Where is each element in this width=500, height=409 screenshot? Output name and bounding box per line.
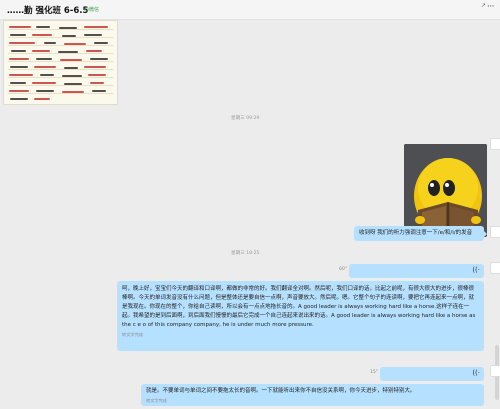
voice-bubble[interactable]: 60" ((· bbox=[339, 264, 484, 278]
voice-transcript-text: 就是。不要单词与单词之间不要拖太长的音啊。一下就能听出来你不自信没关系啊，你今天… bbox=[146, 388, 416, 394]
chat-title: ……勤 强化班 6-6.5 bbox=[7, 6, 89, 16]
scrollbar[interactable] bbox=[495, 45, 499, 405]
voice-duration: 60" bbox=[339, 267, 347, 272]
message-text: 收到呀 我们的听力强调注意一下/e/和/i/的发音 bbox=[359, 230, 473, 236]
voice-wave-icon: ((· bbox=[472, 266, 480, 274]
voice-transcript-text: 呵，晚上好，宝宝们今天的翻译和口译啊，都做的非常的好。我们翻译全对啊。然后呢，我… bbox=[122, 286, 476, 328]
voice-transcript-bubble[interactable]: 呵，晚上好，宝宝们今天的翻译和口译啊，都做的非常的好。我们翻译全对啊。然后呢，我… bbox=[117, 281, 484, 351]
received-image-handwritten-notes[interactable] bbox=[3, 20, 118, 105]
title-bar: ……勤 强化班 6-6.5 @微信 ↗ ··· bbox=[0, 0, 500, 20]
sent-image-meme[interactable] bbox=[404, 144, 487, 237]
avatar[interactable] bbox=[490, 365, 500, 377]
transcript-done-note: 转文字完成 bbox=[122, 331, 143, 337]
voice-bubble-2[interactable]: 15" ((· bbox=[370, 367, 484, 381]
voice-transcript-bubble-2[interactable]: 就是。不要单词与单词之间不要拖太长的音啊。一下就能听出来你不自信没关系啊，你今天… bbox=[141, 384, 484, 406]
voice-duration: 15" bbox=[370, 370, 378, 375]
avatar[interactable] bbox=[490, 138, 500, 150]
avatar[interactable] bbox=[490, 262, 500, 274]
transcript-done-note: 转文字完成 bbox=[146, 397, 167, 403]
meme-illustration bbox=[404, 144, 487, 237]
chat-area[interactable]: 星期三 09:29 收到呀 我们的听力强调注意一下/e/和/i/的发音 星期三 … bbox=[0, 20, 500, 409]
chat-subtitle: @微信 bbox=[84, 7, 100, 13]
cursor-icon: ↗ bbox=[480, 2, 486, 9]
timestamp: 星期三 09:29 bbox=[231, 116, 260, 121]
more-options-icon[interactable]: ··· bbox=[487, 2, 495, 12]
timestamp: 星期三 18:25 bbox=[231, 251, 260, 256]
voice-wave-icon: ((· bbox=[472, 369, 480, 377]
avatar[interactable] bbox=[490, 226, 500, 238]
sent-text-bubble[interactable]: 收到呀 我们的听力强调注意一下/e/和/i/的发音 bbox=[354, 226, 487, 241]
